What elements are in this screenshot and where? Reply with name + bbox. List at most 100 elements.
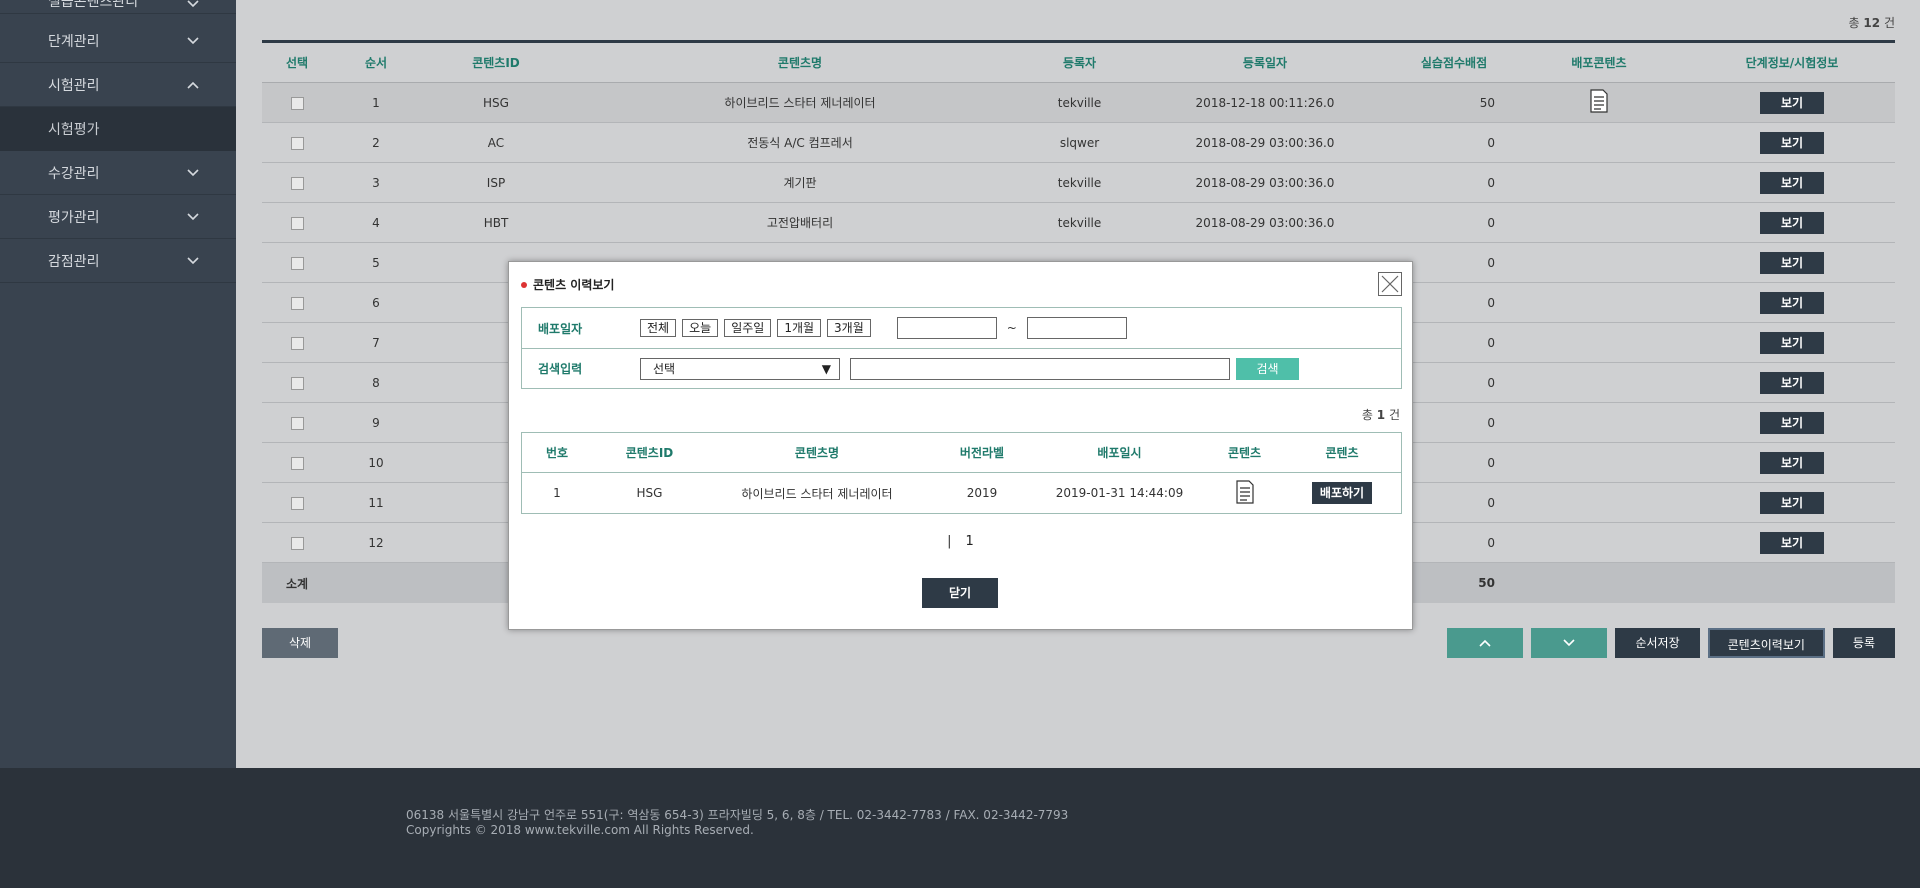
- chevron-down-icon: [186, 254, 200, 268]
- cell-score: 0: [1487, 375, 1495, 390]
- table-row: 4 HBT 고전압배터리 tekville 2018-08-29 03:00:36.0 0…: [262, 203, 1895, 243]
- cell-reg-date: 2018-08-29 03:00:36.0: [1195, 215, 1335, 230]
- view-button[interactable]: 보기: [1760, 371, 1824, 394]
- row-checkbox[interactable]: [290, 336, 304, 350]
- row-checkbox[interactable]: [290, 176, 304, 190]
- sidebar-item-label: 단계관리: [48, 33, 100, 50]
- row-checkbox[interactable]: [290, 96, 304, 110]
- date-all-button[interactable]: 전체: [640, 319, 677, 337]
- col-header: 콘텐츠: [1227, 446, 1262, 460]
- pagination: | 1: [509, 534, 1412, 549]
- bullet-icon: [521, 281, 527, 288]
- sidebar-item-practice-contents[interactable]: 실습콘텐츠관리: [0, 0, 236, 14]
- search-type-select[interactable]: 선택 ▼: [640, 357, 840, 380]
- cell-score: 0: [1487, 295, 1495, 310]
- start-date-input[interactable]: [896, 317, 997, 339]
- move-up-button[interactable]: [1447, 628, 1524, 658]
- page-number[interactable]: 1: [966, 534, 974, 549]
- sidebar-item-stage[interactable]: 단계관리: [0, 19, 236, 63]
- view-button[interactable]: 보기: [1760, 411, 1824, 434]
- view-button[interactable]: 보기: [1760, 131, 1824, 154]
- cell-score: 0: [1487, 255, 1495, 270]
- row-checkbox[interactable]: [290, 536, 304, 550]
- row-checkbox[interactable]: [290, 216, 304, 230]
- cell-content-name: 고전압배터리: [766, 216, 834, 230]
- chevron-down-icon: [186, 0, 200, 11]
- view-button[interactable]: 보기: [1760, 451, 1824, 474]
- keyword-search-row: 검색입력 선택 ▼ 검색: [522, 348, 1401, 388]
- cell-score: 50: [1479, 95, 1495, 110]
- cell-reg-date: 2018-08-29 03:00:36.0: [1195, 175, 1335, 190]
- subtotal-label: 소계: [285, 576, 309, 591]
- sidebar-item-deduction[interactable]: 감점관리: [0, 239, 236, 283]
- search-button[interactable]: 검색: [1236, 357, 1299, 380]
- cell-order: 6: [372, 295, 380, 310]
- col-header: 등록일자: [1242, 56, 1288, 70]
- end-date-input[interactable]: [1026, 317, 1127, 339]
- sidebar-subitem-exam-eval[interactable]: 시험평가: [0, 107, 236, 151]
- close-icon[interactable]: [1378, 272, 1402, 296]
- close-button[interactable]: 닫기: [922, 578, 998, 608]
- cell-no: 1: [553, 486, 561, 500]
- date-today-button[interactable]: 오늘: [682, 319, 719, 337]
- chevron-up-icon: [186, 78, 200, 92]
- date-1month-button[interactable]: 1개월: [777, 319, 822, 337]
- row-checkbox[interactable]: [290, 136, 304, 150]
- sidebar-item-exam[interactable]: 시험관리: [0, 63, 236, 107]
- table-row: 3 ISP 계기판 tekville 2018-08-29 03:00:36.0 0 보기: [262, 163, 1895, 203]
- cell-registrant: tekville: [1057, 215, 1102, 230]
- view-button[interactable]: 보기: [1760, 91, 1824, 114]
- cell-datetime: 2019-01-31 14:44:09: [1055, 486, 1184, 500]
- move-down-button[interactable]: [1531, 628, 1608, 658]
- document-icon[interactable]: [1202, 479, 1287, 507]
- cell-order: 2: [372, 135, 380, 150]
- view-button[interactable]: 보기: [1760, 211, 1824, 234]
- cell-order: 1: [372, 95, 380, 110]
- col-header: 배포일시: [1097, 446, 1142, 460]
- col-header: 선택: [285, 56, 309, 70]
- view-button[interactable]: 보기: [1760, 291, 1824, 314]
- row-checkbox[interactable]: [290, 496, 304, 510]
- footer-copyright: Copyrights © 2018 www.tekville.com All R…: [406, 823, 754, 837]
- view-button[interactable]: 보기: [1760, 531, 1824, 554]
- sidebar-item-label: 실습콘텐츠관리: [48, 0, 139, 10]
- cell-content-id: HBT: [483, 215, 509, 230]
- deploy-button[interactable]: 배포하기: [1311, 482, 1373, 504]
- sidebar-item-label: 평가관리: [48, 209, 100, 226]
- view-button[interactable]: 보기: [1760, 491, 1824, 514]
- search-input[interactable]: [850, 357, 1230, 380]
- view-button[interactable]: 보기: [1760, 251, 1824, 274]
- sidebar-item-evaluation[interactable]: 평가관리: [0, 195, 236, 239]
- content-history-button[interactable]: 콘텐츠이력보기: [1707, 628, 1825, 658]
- cell-order: 4: [372, 215, 380, 230]
- chevron-down-icon: [186, 34, 200, 48]
- row-checkbox[interactable]: [290, 296, 304, 310]
- cell-order: 5: [372, 255, 380, 270]
- action-bar: 순서저장 콘텐츠이력보기 등록: [1447, 628, 1895, 658]
- view-button[interactable]: 보기: [1760, 171, 1824, 194]
- view-button[interactable]: 보기: [1760, 331, 1824, 354]
- cell-score: 0: [1487, 535, 1495, 550]
- delete-button[interactable]: 삭제: [262, 628, 338, 658]
- cell-order: 11: [368, 495, 384, 510]
- row-checkbox[interactable]: [290, 376, 304, 390]
- cell-content-name: 전동식 A/C 컴프레서: [747, 136, 853, 150]
- date-week-button[interactable]: 일주일: [724, 319, 772, 337]
- row-checkbox[interactable]: [290, 456, 304, 470]
- cell-version: 2019: [966, 486, 998, 500]
- col-header: 순서: [364, 56, 388, 70]
- sidebar-item-course[interactable]: 수강관리: [0, 151, 236, 195]
- save-order-button[interactable]: 순서저장: [1615, 628, 1700, 658]
- register-button[interactable]: 등록: [1832, 628, 1895, 658]
- document-icon[interactable]: [1589, 89, 1609, 116]
- date-filter-row: 배포일자 전체 오늘 일주일 1개월 3개월 ~: [522, 308, 1401, 348]
- col-header: 콘텐츠: [1325, 446, 1359, 460]
- cell-order: 10: [368, 455, 384, 470]
- row-checkbox[interactable]: [290, 416, 304, 430]
- row-checkbox[interactable]: [290, 256, 304, 270]
- col-header: 배포콘텐츠: [1571, 56, 1627, 70]
- cell-reg-date: 2018-12-18 00:11:26.0: [1195, 95, 1335, 110]
- sidebar-item-label: 감점관리: [48, 253, 100, 270]
- date-3month-button[interactable]: 3개월: [827, 319, 871, 337]
- cell-order: 3: [372, 175, 380, 190]
